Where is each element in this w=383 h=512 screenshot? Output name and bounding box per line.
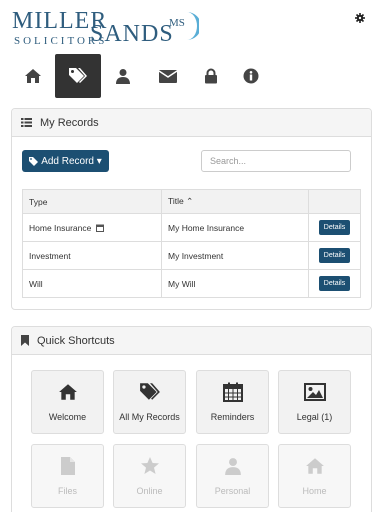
nav-messages[interactable] [145,54,191,98]
tags-icon [139,383,160,400]
file-icon [60,457,75,475]
table-row: Home Insurance My Home Insurance Details [22,213,361,242]
main-nav [10,54,280,98]
shortcut-files[interactable]: Files [31,444,104,508]
nav-home[interactable] [10,54,56,98]
row-title: My Investment [161,241,309,270]
lock-icon [205,68,217,84]
column-actions [308,189,361,214]
info-icon [243,68,259,84]
records-panel-heading: My Records [12,109,371,137]
row-type: Investment [22,241,162,270]
home-icon [58,384,77,400]
row-type-cell: Home Insurance [22,213,162,242]
user-icon [116,69,130,84]
user-icon [224,458,241,475]
shortcuts-panel-heading: Quick Shortcuts [12,327,371,355]
header: MILLER SOLICITORS SANDS MS [0,0,383,52]
bookmark-icon [21,335,29,346]
shortcut-label: Online [136,486,163,496]
details-button[interactable]: Details [318,220,351,235]
add-record-label: Add Record ▾ [41,155,102,167]
shortcut-label: Files [57,486,77,496]
star-icon [140,457,159,474]
row-title: My Will [161,269,309,298]
shortcut-personal[interactable]: Personal [196,444,269,508]
nav-records[interactable] [55,54,101,98]
logo-mark-text: MS [169,17,185,29]
envelope-icon [158,69,178,83]
row-title: My Home Insurance [161,213,309,242]
search-input[interactable] [201,150,351,172]
details-button[interactable]: Details [318,248,351,263]
home-icon [25,69,41,83]
records-heading: My Records [40,116,99,129]
column-type[interactable]: Type [22,189,162,214]
row-type: Will [22,269,162,298]
shortcut-all-records[interactable]: All My Records [113,370,186,434]
add-record-button[interactable]: Add Record ▾ [22,150,109,172]
shortcuts-heading: Quick Shortcuts [37,334,115,347]
list-icon [21,118,32,127]
nav-profile[interactable] [100,54,146,98]
column-title[interactable]: Title ⌃ [161,189,309,214]
picture-icon [303,383,326,401]
tags-icon [69,68,87,83]
shortcut-label: Personal [214,486,251,496]
shortcut-label: Welcome [48,412,87,422]
shortcut-welcome[interactable]: Welcome [31,370,104,434]
shortcuts-panel: Quick Shortcuts Welcome All My Records R… [11,326,372,512]
nav-info[interactable] [228,54,274,98]
shortcut-label: Legal (1) [296,412,333,422]
tag-icon [29,156,39,166]
calendar-icon [222,382,243,402]
shortcut-online[interactable]: Online [113,444,186,508]
gear-icon[interactable] [355,13,365,23]
shortcut-home[interactable]: Home [278,444,351,508]
table-row: Will My Will Details [22,269,361,298]
logo-sands: SANDS [90,21,174,47]
shortcut-reminders[interactable]: Reminders [196,370,269,434]
shortcut-legal[interactable]: Legal (1) [278,370,351,434]
home-icon [305,458,324,474]
table-header-row: Type Title ⌃ [22,189,361,214]
shortcut-label: Reminders [210,412,255,422]
logo[interactable]: MILLER SOLICITORS SANDS MS [12,8,202,48]
calendar-icon [95,224,104,232]
records-panel: My Records Add Record ▾ Type Title ⌃ Hom… [11,108,372,310]
details-button[interactable]: Details [318,276,351,291]
row-type: Home Insurance [29,222,92,233]
table-row: Investment My Investment Details [22,241,361,270]
records-table: Type Title ⌃ Home Insurance My Home Insu… [22,189,361,298]
shortcut-label: Home [302,486,327,496]
shortcut-label: All My Records [119,412,180,422]
